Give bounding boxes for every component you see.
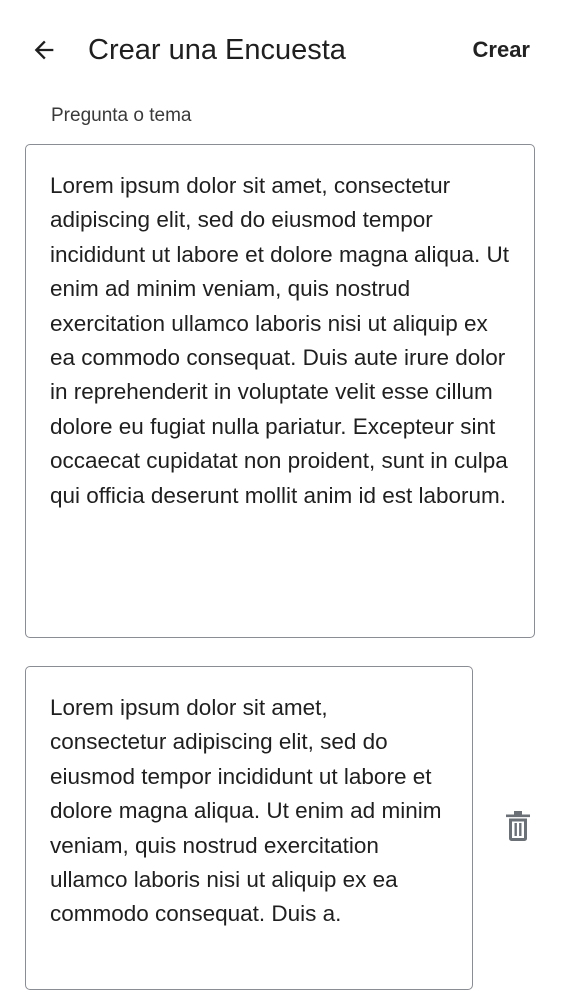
page-title: Crear una Encuesta xyxy=(88,34,346,66)
trash-icon xyxy=(503,810,533,847)
question-field-value: Lorem ipsum dolor sit amet, consectetur … xyxy=(50,173,510,508)
option-field-value: Lorem ipsum dolor sit amet, consectetur … xyxy=(50,695,442,927)
delete-option-button[interactable] xyxy=(498,806,538,850)
question-label: Pregunta o tema xyxy=(51,105,192,126)
back-button[interactable] xyxy=(22,28,66,72)
top-app-bar: Crear una Encuesta Crear xyxy=(0,0,562,100)
arrow-left-icon xyxy=(30,36,58,64)
create-button[interactable]: Crear xyxy=(473,32,530,68)
question-field[interactable]: Lorem ipsum dolor sit amet, consectetur … xyxy=(25,144,535,638)
option-field[interactable]: Lorem ipsum dolor sit amet, consectetur … xyxy=(25,666,473,990)
